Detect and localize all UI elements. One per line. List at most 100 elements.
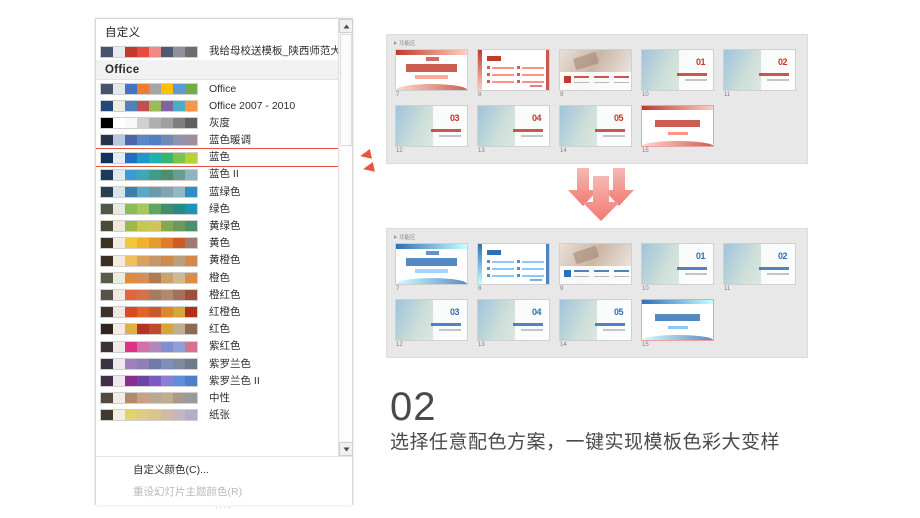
theme-swatch-strip [100, 203, 198, 216]
slide-thumbnail-cell[interactable]: 02 11 [723, 49, 796, 99]
theme-color-row[interactable]: 蓝绿色 [96, 183, 352, 200]
theme-color-row[interactable]: 黄橙色 [96, 252, 352, 269]
slide-thumbnail[interactable]: 03 [395, 298, 468, 341]
theme-color-row[interactable]: 紫红色 [96, 338, 352, 355]
theme-colors-scroll-area[interactable]: 自定义 我给母校送模板_陕西师范大学 Office Office Office 2… [96, 19, 352, 456]
swatch-chip [173, 100, 185, 111]
agenda-bullet-line [492, 74, 514, 76]
swatch-chip [137, 410, 149, 421]
photo-caption-line [594, 270, 609, 272]
swatch-chip [185, 221, 197, 232]
photo-accent-square [564, 270, 571, 277]
slide-thumbnail[interactable]: 04 [477, 104, 550, 147]
slide-thumbnail-cell[interactable]: 04 13 [477, 298, 550, 349]
theme-color-row[interactable]: 橙色 [96, 269, 352, 286]
slide-thumbnail-cell[interactable]: 9 [559, 49, 632, 99]
slide-thumbnail[interactable]: 02 [723, 243, 796, 285]
slide-thumbnail-cell[interactable]: 01 10 [641, 49, 714, 99]
thumbnail-grid-after[interactable]: 7 8 9 01 10 02 11 03 12 04 13 05 14 15 [395, 243, 803, 348]
agenda-bullet-dot [487, 73, 490, 76]
slide-thumbnail[interactable] [477, 243, 550, 285]
theme-list-scrollbar[interactable] [338, 19, 353, 456]
slide-thumbnail[interactable] [559, 49, 632, 91]
slide-thumbnail-cell[interactable]: 04 13 [477, 104, 550, 155]
slide-thumbnail-cell[interactable]: 15 [641, 104, 714, 155]
slide-thumbnail-cell[interactable]: 7 [395, 49, 468, 99]
slide-thumbnail-cell[interactable]: 15 [641, 298, 714, 349]
slide-thumbnail[interactable]: 01 [641, 49, 714, 91]
scrollbar-thumb[interactable] [340, 34, 352, 146]
theme-color-row[interactable]: 黄绿色 [96, 218, 352, 235]
swatch-chip [149, 238, 161, 249]
theme-colors-dropdown[interactable]: 自定义 我给母校送模板_陕西师范大学 Office Office Office 2… [95, 18, 353, 510]
slide-sorter-after[interactable]: 功能区 7 8 9 01 10 02 11 03 12 04 13 05 14 15 [386, 228, 808, 358]
scroll-down-button[interactable] [339, 442, 353, 456]
slide-thumbnail[interactable] [477, 49, 550, 91]
swatch-chip [125, 358, 137, 369]
photo-caption-line [574, 76, 589, 78]
custom-colors-command[interactable]: 自定义颜色(C)... [96, 457, 352, 477]
slide-thumbnail[interactable]: 05 [559, 298, 632, 341]
swatch-chip [149, 152, 161, 163]
slide-thumbnail-cell[interactable]: 03 12 [395, 298, 468, 349]
theme-color-row[interactable]: 红色 [96, 321, 352, 338]
slide-thumbnail[interactable]: 02 [723, 49, 796, 91]
slide-sorter-before[interactable]: 功能区 7 8 9 01 10 02 11 03 12 04 13 05 14 15 [386, 34, 808, 164]
slide-thumbnail[interactable] [395, 49, 468, 91]
swatch-chip [161, 118, 173, 129]
slide-thumbnail[interactable] [641, 298, 714, 341]
theme-swatch-strip [100, 237, 198, 250]
slide-thumbnail-cell[interactable]: 05 14 [559, 298, 632, 349]
theme-color-row[interactable]: 紫罗兰色 II [96, 372, 352, 389]
swatch-chip [173, 221, 185, 232]
slide-thumbnail[interactable]: 01 [641, 243, 714, 285]
slide-thumbnail[interactable]: 04 [477, 298, 550, 341]
theme-color-row[interactable]: 橙红色 [96, 286, 352, 303]
swatch-chip [101, 272, 113, 283]
swatch-chip [101, 238, 113, 249]
slide-thumbnail[interactable]: 05 [559, 104, 632, 147]
theme-color-row[interactable]: 纸张 [96, 407, 352, 424]
swatch-chip [125, 118, 137, 129]
swatch-chip [137, 255, 149, 266]
sorter-caption-after: 功能区 [394, 233, 416, 241]
photo-caption-subline [574, 81, 589, 83]
section-white-panel [760, 50, 795, 90]
theme-color-row[interactable]: 我给母校送模板_陕西师范大学 [96, 43, 352, 60]
thanks-title [655, 313, 700, 321]
slide-thumbnail-cell[interactable]: 03 12 [395, 104, 468, 155]
slide-thumbnail[interactable] [559, 243, 632, 285]
slide-thumbnail-cell[interactable]: 8 [477, 49, 550, 99]
theme-color-row[interactable]: 紫罗兰色 [96, 355, 352, 372]
slide-thumbnail-cell[interactable]: 05 14 [559, 104, 632, 155]
photo-caption-subline [574, 275, 589, 277]
thumbnail-grid-before[interactable]: 7 8 9 01 10 02 11 03 12 04 13 05 14 15 [395, 49, 803, 154]
slide-thumbnail-cell[interactable]: 9 [559, 243, 632, 293]
slide-thumbnail-cell[interactable]: 02 11 [723, 243, 796, 293]
theme-color-row[interactable]: 绿色 [96, 201, 352, 218]
theme-color-row[interactable]: 蓝色暖调 [96, 132, 352, 149]
slide-thumbnail-cell[interactable]: 8 [477, 243, 550, 293]
slide-number-label: 11 [724, 286, 731, 292]
theme-color-row[interactable]: Office [96, 80, 352, 97]
swatch-chip [149, 83, 161, 94]
slide-thumbnail[interactable]: 03 [395, 104, 468, 147]
theme-color-row[interactable]: Office 2007 - 2010 [96, 97, 352, 114]
swatch-chip [161, 272, 173, 283]
scrollbar-track[interactable] [340, 147, 352, 441]
slide-thumbnail-cell[interactable]: 7 [395, 243, 468, 293]
slide-thumbnail[interactable] [641, 104, 714, 147]
theme-color-row[interactable]: 黄色 [96, 235, 352, 252]
slide-thumbnail[interactable] [395, 243, 468, 285]
theme-color-row[interactable]: 蓝色 II [96, 166, 352, 183]
theme-color-row[interactable]: 蓝色 [96, 147, 352, 168]
scroll-up-button[interactable] [339, 19, 353, 33]
theme-swatch-strip [100, 289, 198, 302]
theme-color-row[interactable]: 红橙色 [96, 304, 352, 321]
slide-thumbnail-cell[interactable]: 01 10 [641, 243, 714, 293]
theme-color-row[interactable]: 灰度 [96, 115, 352, 132]
swatch-chip [161, 169, 173, 180]
slide-number-label: 7 [396, 286, 400, 292]
agenda-left-bar [478, 50, 482, 90]
theme-color-row[interactable]: 中性 [96, 390, 352, 407]
